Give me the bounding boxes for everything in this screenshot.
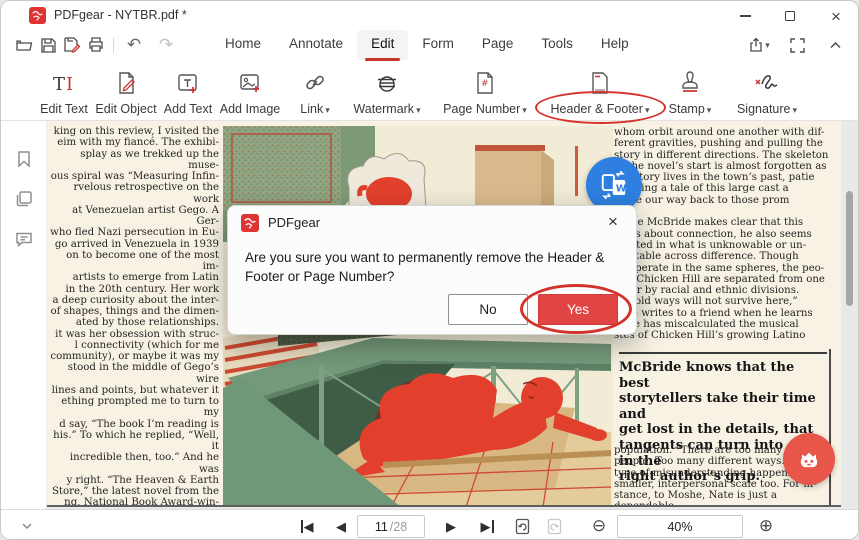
svg-text:I: I [66, 74, 73, 95]
stamp-button[interactable]: Stamp ▾ [661, 67, 719, 119]
chevron-down-icon: ▾ [325, 105, 330, 115]
tool-label: Add Image [219, 102, 281, 116]
tool-label: Watermark [353, 102, 415, 116]
tab-home[interactable]: Home [211, 30, 275, 60]
header-footer-button[interactable]: Header & Footer ▾ [537, 67, 663, 119]
edit-text-icon: TI [51, 67, 77, 95]
previous-page-button[interactable]: ◀ [329, 510, 353, 539]
no-button[interactable]: No [448, 294, 528, 325]
ribbon-row: Home Annotate Edit Form Page Tools Help [1, 29, 858, 63]
edit-object-icon [114, 67, 138, 95]
tab-tools[interactable]: Tools [527, 30, 587, 60]
svg-text:W: W [616, 183, 627, 194]
rotate-left-icon[interactable] [509, 510, 535, 539]
zoom-level-input[interactable]: 40% [617, 515, 743, 538]
bookmarks-panel-icon[interactable] [14, 149, 34, 169]
page-number-input[interactable]: 11 /28 [357, 515, 425, 538]
dialog-title-bar: PDFgear × [228, 206, 636, 238]
dialog-title: PDFgear [268, 215, 321, 230]
edit-text-button[interactable]: TI Edit Text [34, 67, 94, 119]
chevron-down-icon: ▾ [706, 105, 712, 115]
ai-assistant-button[interactable] [783, 433, 835, 485]
tool-label: Edit Object [95, 102, 157, 116]
edit-toolbar: TI Edit Text Edit Object Add Text Add Im… [1, 63, 858, 121]
rotate-right-icon[interactable] [541, 510, 567, 539]
collapse-sidebar-icon[interactable] [15, 510, 39, 539]
stamp-icon [678, 67, 702, 95]
left-sidebar [1, 121, 47, 509]
comments-panel-icon[interactable] [14, 229, 34, 249]
link-icon [303, 67, 327, 95]
close-button[interactable] [814, 1, 858, 31]
dialog-message: Are you sure you want to permanently rem… [245, 250, 605, 284]
chevron-down-icon: ▾ [792, 105, 798, 115]
redo-icon[interactable] [153, 32, 179, 58]
watermark-button[interactable]: Watermark ▾ [347, 67, 427, 119]
edit-object-button[interactable]: Edit Object [90, 67, 162, 119]
bottom-bar: ◀ ◀ 11 /28 ▶ ▶ ⊖ 40% ⊕ [1, 509, 858, 539]
pull-quote-rule [619, 352, 827, 354]
svg-text:#: # [481, 79, 489, 89]
add-image-button[interactable]: Add Image [217, 67, 283, 119]
link-button[interactable]: Link ▾ [289, 67, 341, 119]
page-number-icon: # [473, 67, 497, 95]
pdfgear-window: PDFgear - NYTBR.pdf * Home Annotate Edit… [0, 0, 859, 540]
pdfgear-logo-icon [241, 214, 259, 232]
signature-button[interactable]: Signature ▾ [727, 67, 807, 119]
tool-label: Stamp [668, 102, 705, 116]
share-icon[interactable] [746, 32, 772, 58]
column-rule [829, 349, 831, 505]
last-page-button[interactable]: ▶ [473, 510, 501, 539]
header-footer-icon [588, 67, 612, 95]
minimize-button[interactable] [723, 1, 767, 31]
current-page: 11 [374, 519, 388, 534]
tab-page[interactable]: Page [468, 30, 528, 60]
article-left-column: king on this review, I visited the eim w… [50, 126, 219, 507]
tool-label: Header & Footer [550, 102, 643, 116]
tab-form[interactable]: Form [408, 30, 468, 60]
menu-tab-bar: Home Annotate Edit Form Page Tools Help [211, 29, 643, 63]
toolbar-divider [113, 37, 114, 53]
tool-label: Link [300, 102, 324, 116]
dialog-close-icon[interactable]: × [602, 211, 624, 233]
maximize-button[interactable] [768, 1, 812, 31]
title-bar: PDFgear - NYTBR.pdf * [1, 1, 858, 31]
fullscreen-icon[interactable] [784, 32, 810, 58]
page-thumbnails-icon[interactable] [14, 189, 34, 209]
vertical-scrollbar[interactable] [846, 191, 853, 306]
save-icon[interactable] [35, 32, 61, 58]
open-file-icon[interactable] [11, 32, 37, 58]
tool-label: Add Text [163, 102, 213, 116]
tab-annotate[interactable]: Annotate [275, 30, 357, 60]
chevron-down-icon: ▾ [522, 105, 527, 115]
signature-icon [753, 67, 781, 95]
print-icon[interactable] [83, 32, 109, 58]
total-pages: /28 [389, 519, 408, 534]
tool-label: Signature [736, 102, 791, 116]
yes-button[interactable]: Yes [538, 294, 618, 325]
save-as-icon[interactable] [59, 32, 85, 58]
article-right-column-top: whom orbit around one another with dif- … [614, 127, 829, 342]
zoom-in-icon[interactable]: ⊕ [753, 510, 779, 539]
pdfgear-logo-icon [29, 7, 46, 24]
collapse-ribbon-icon[interactable] [822, 32, 848, 58]
window-title: PDFgear - NYTBR.pdf * [54, 8, 187, 22]
zoom-out-icon[interactable]: ⊖ [586, 510, 612, 539]
page-number-button[interactable]: # Page Number ▾ [437, 67, 533, 119]
confirm-dialog: PDFgear × Are you sure you want to perma… [227, 205, 637, 335]
add-text-icon [176, 67, 200, 95]
tab-edit[interactable]: Edit [357, 30, 409, 61]
svg-text:T: T [53, 74, 65, 95]
chevron-down-icon: ▾ [644, 105, 650, 115]
chevron-down-icon: ▾ [416, 105, 421, 115]
add-image-icon [238, 67, 262, 95]
add-text-button[interactable]: Add Text [158, 67, 218, 119]
tool-label: Page Number [443, 102, 521, 116]
next-page-button[interactable]: ▶ [439, 510, 463, 539]
tab-help[interactable]: Help [587, 30, 643, 60]
watermark-icon [375, 67, 399, 95]
tool-label: Edit Text [40, 102, 88, 116]
undo-icon[interactable] [121, 32, 147, 58]
first-page-button[interactable]: ◀ [293, 510, 321, 539]
